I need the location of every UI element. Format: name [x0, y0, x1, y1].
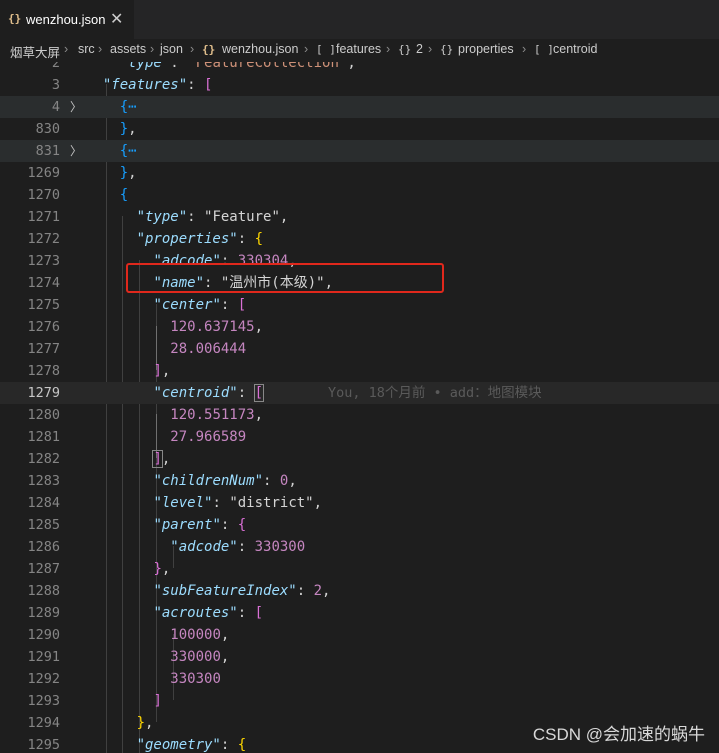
tab-bar: {} wenzhou.json ✕ [0, 0, 719, 39]
breadcrumb-item[interactable]: properties [458, 42, 514, 56]
array-icon: [ ] [534, 43, 554, 56]
chevron-right-icon: › [150, 42, 155, 56]
code-line: 831 〉 {⋯ [0, 140, 719, 162]
chevron-right-icon: › [522, 42, 527, 56]
chevron-right-icon: › [98, 42, 103, 56]
code-line: 1291 330000, [27, 649, 230, 665]
code-line: 1276 120.637145, [27, 319, 264, 335]
chevron-right-icon: › [386, 42, 391, 56]
code-line: 1286 "adcode": 330300 [27, 539, 306, 555]
close-icon[interactable]: ✕ [110, 9, 123, 29]
breadcrumb-item[interactable]: json [160, 42, 183, 56]
chevron-right-icon: › [428, 42, 433, 56]
code-line: 1289 "acroutes": [ [27, 605, 264, 621]
watermark: CSDN @会加速的蜗牛 [532, 725, 705, 744]
code-line: 1280 120.551173, [27, 407, 264, 423]
code-line: 1269 }, [27, 165, 137, 181]
tab-title: wenzhou.json [26, 12, 106, 27]
chevron-right-icon[interactable]: 〉 [70, 140, 82, 162]
object-icon: {} [440, 43, 454, 56]
tab-wenzhou-json[interactable]: {} wenzhou.json ✕ [0, 0, 134, 39]
code-line: 1278 ], [27, 363, 171, 379]
highlight-box [126, 263, 444, 293]
breadcrumb-item[interactable]: features [336, 42, 381, 56]
code-line: 830 }, [35, 121, 137, 137]
code-line: 1288 "subFeatureIndex": 2, [27, 583, 331, 599]
array-icon: [ ] [316, 43, 336, 56]
code-line: 4 〉 {⋯ [0, 96, 719, 118]
code-line: 2 "type": "FeatureCollection", [51, 62, 356, 71]
breadcrumb-item[interactable]: 2 [416, 42, 423, 56]
chevron-right-icon: › [64, 42, 69, 56]
code-line: 1283 "childrenNum": 0, [27, 473, 297, 489]
code-line: 1290 100000, [27, 627, 230, 643]
code-line: 1275 "center": [ [27, 297, 247, 313]
code-line: 1270 { [27, 187, 129, 203]
code-line: 1287 }, [27, 561, 171, 577]
code-line: 1272 "properties": { [27, 231, 264, 247]
breadcrumb-item[interactable]: assets [110, 42, 146, 56]
object-icon: {} [398, 43, 412, 56]
code-line: 1271 "type": "Feature", [27, 209, 289, 225]
code-editor[interactable]: 2 "type": "FeatureCollection", 3 "featur… [0, 62, 719, 753]
code-line: 1293 ] [27, 693, 162, 709]
breadcrumb: 烟草大屏 › src › assets › json › {} wenzhou.… [0, 39, 719, 61]
code-line: 3 "features": [ [51, 77, 213, 93]
git-blame-annotation: You, 18个月前 • add：地图模块 [328, 385, 542, 401]
json-file-icon: {} [202, 43, 216, 56]
breadcrumb-item[interactable]: centroid [553, 42, 597, 56]
code-line: 1281 27.966589 [27, 429, 247, 445]
code-line-current: 1279 "centroid": [ You, 18个月前 • add：地图模块 [0, 382, 719, 404]
code-line: 1277 28.006444 [27, 341, 247, 357]
breadcrumb-item[interactable]: 烟草大屏 [10, 42, 60, 61]
code-line: 1282 ], [27, 450, 171, 468]
breadcrumb-item[interactable]: src [78, 42, 95, 56]
code-line: 1292 330300 [27, 671, 221, 687]
chevron-right-icon[interactable]: 〉 [70, 96, 82, 118]
json-file-icon: {} [8, 12, 22, 25]
chevron-right-icon: › [190, 42, 195, 56]
breadcrumb-item[interactable]: wenzhou.json [222, 42, 298, 56]
code-line: 1284 "level": "district", [27, 495, 323, 511]
code-line: 1285 "parent": { [27, 517, 247, 533]
chevron-right-icon: › [304, 42, 309, 56]
